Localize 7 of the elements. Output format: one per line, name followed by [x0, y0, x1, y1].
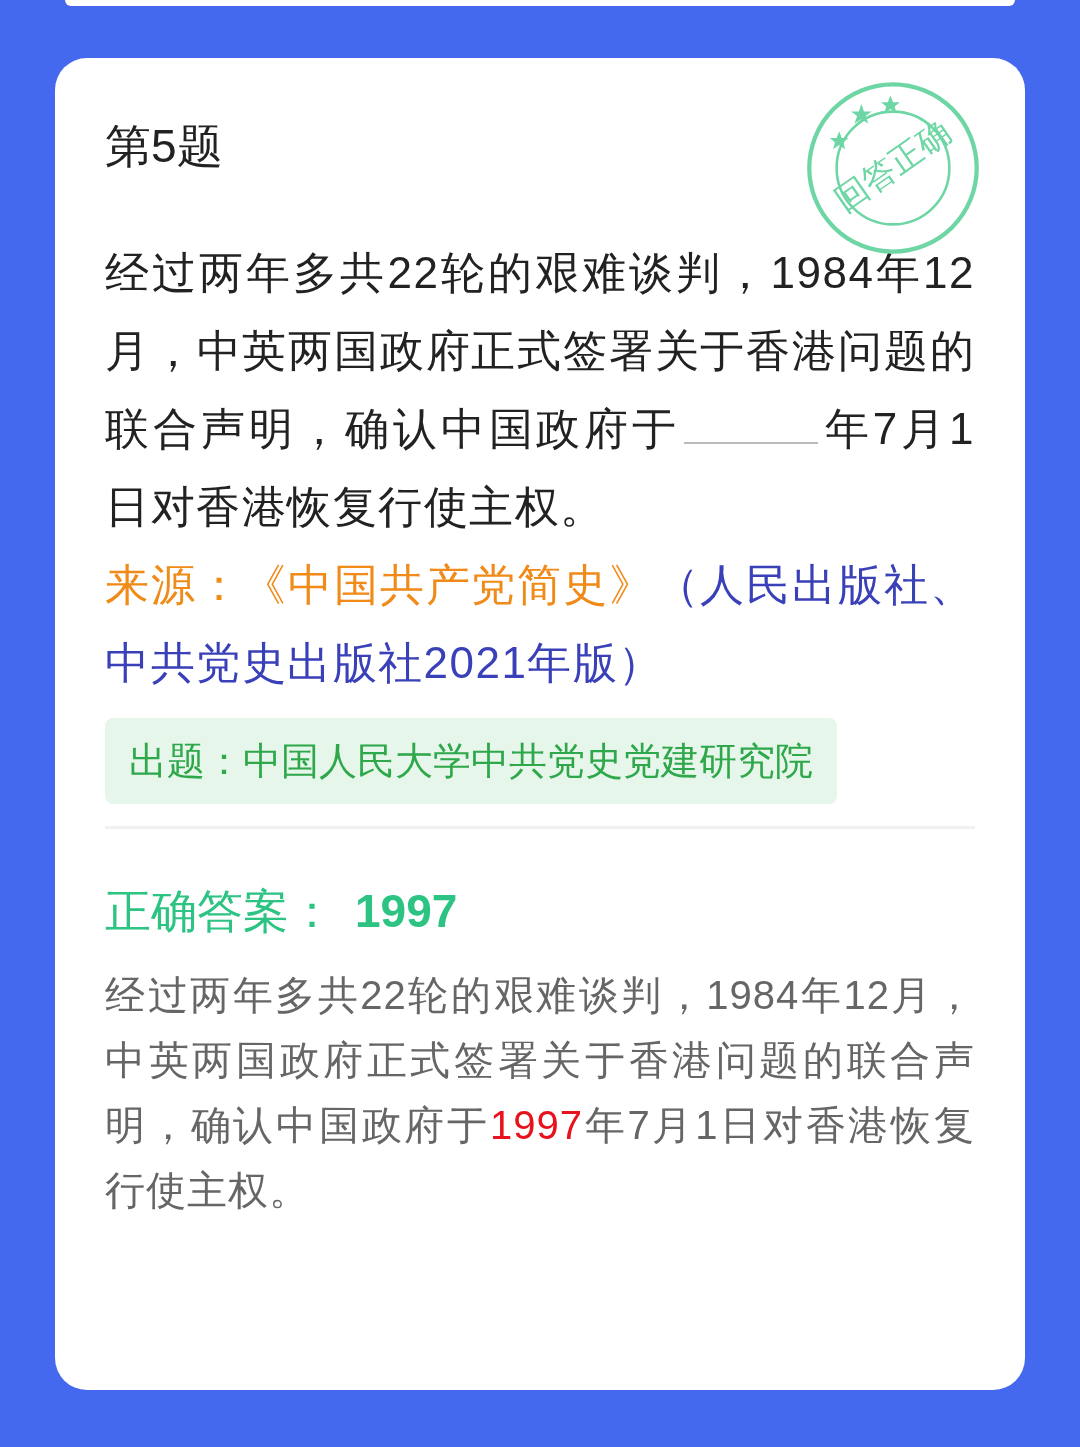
- question-text: 经过两年多共22轮的艰难谈判，1984年12月，中英两国政府正式签署关于香港问题的联合声明，确认中国政府于 年7月1日对香港恢复行使主权。: [105, 247, 975, 533]
- answer-value: 1997: [355, 884, 458, 938]
- answer-label: 正确答案：: [105, 884, 335, 939]
- source-text: 来源：《中国共产党简史》（人民出版社、中共党史出版社2021年版）: [105, 559, 975, 689]
- author-tag: 出题：中国人民大学中共党史党建研究院: [105, 718, 837, 804]
- explanation-text: 经过两年多共22轮的艰难谈判，1984年12月，中英两国政府正式签署关于香港问题的联合声明，确认中国政府于1997年7月1日对香港恢复行使主权。: [105, 972, 975, 1214]
- question-number: 第5题: [105, 119, 223, 174]
